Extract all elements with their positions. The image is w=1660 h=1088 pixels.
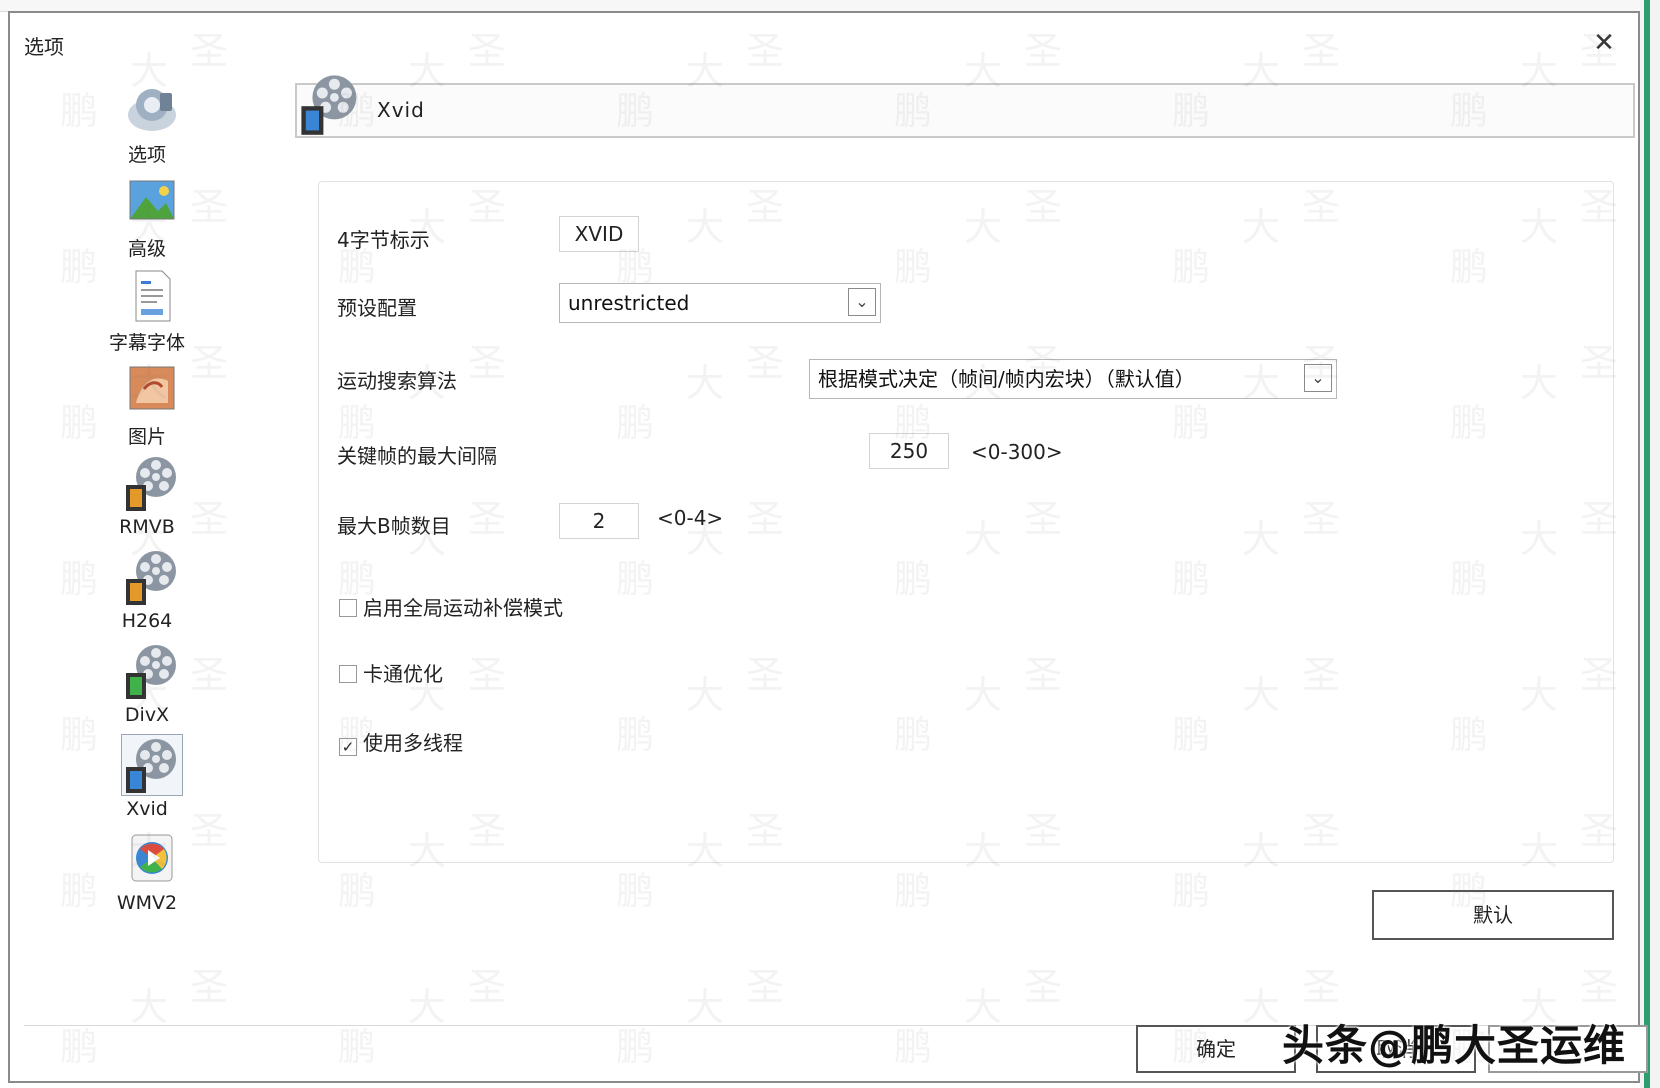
wmv2-media-icon	[131, 834, 173, 882]
preset-select-value: unrestricted	[568, 291, 690, 315]
chevron-down-icon[interactable]: ⌄	[848, 288, 876, 316]
preset-label: 预设配置	[337, 296, 417, 320]
picture-icon	[129, 366, 175, 410]
sidebar-item-label: 高级	[127, 238, 166, 260]
xvid-settings-panel: 4字节标示 XVID 预设配置 unrestricted ⌄ 运动搜索算法 根据…	[318, 181, 1614, 863]
brand-watermark: 头条@鹏大圣运维	[1282, 1021, 1627, 1070]
motion-search-select-value: 根据模式决定（帧间/帧内宏块）（默认值）	[818, 367, 1195, 391]
sidebar-item-rmvb[interactable]: RMVB	[82, 451, 212, 545]
motion-search-label: 运动搜索算法	[337, 369, 457, 393]
max-bframes-range-hint: <0-4>	[657, 506, 724, 530]
sidebar-item-label: 字幕字体	[108, 332, 185, 354]
cartoon-checkbox-label: 卡通优化	[363, 662, 443, 686]
section-header: Xvid	[295, 75, 1635, 138]
multithread-checkbox-row[interactable]: ✓ 使用多线程	[339, 727, 463, 756]
fourcc-label: 4字节标示	[337, 228, 430, 252]
gmc-checkbox-row[interactable]: 启用全局运动补偿模式	[339, 592, 563, 621]
keyframe-interval-field[interactable]: 250	[869, 433, 949, 469]
gmc-checkbox[interactable]	[339, 599, 357, 617]
fourcc-field[interactable]: XVID	[559, 216, 639, 252]
sidebar-item-options[interactable]: 选项	[82, 75, 212, 169]
xvid-film-icon	[121, 734, 183, 796]
h264-film-icon	[126, 551, 176, 605]
cartoon-checkbox-row[interactable]: 卡通优化	[339, 658, 443, 687]
sidebar-item-label: WMV2	[116, 892, 178, 914]
chevron-down-icon[interactable]: ⌄	[1304, 364, 1332, 392]
dialog-title: 选项	[24, 35, 64, 59]
sidebar-item-advanced[interactable]: 高级	[82, 169, 212, 263]
advanced-icon	[129, 180, 175, 220]
max-bframes-label: 最大B帧数目	[337, 514, 451, 538]
max-bframes-field[interactable]: 2	[559, 503, 639, 539]
background-window-scrollbar	[1640, 0, 1660, 1088]
sidebar: 选项 高级 字幕字体 图片 RMVB H264 DivX Xvid WMV2	[82, 75, 212, 921]
gmc-checkbox-label: 启用全局运动补偿模式	[363, 596, 563, 620]
ok-button[interactable]: 确定	[1136, 1025, 1296, 1073]
sidebar-item-picture[interactable]: 图片	[82, 357, 212, 451]
motion-search-select[interactable]: 根据模式决定（帧间/帧内宏块）（默认值） ⌄	[809, 359, 1337, 399]
sidebar-item-label: 选项	[127, 144, 166, 166]
xvid-film-icon	[301, 75, 357, 135]
sidebar-item-label: DivX	[124, 704, 170, 726]
close-icon[interactable]: ✕	[1588, 27, 1620, 59]
default-button[interactable]: 默认	[1372, 890, 1614, 940]
section-title: Xvid	[377, 98, 425, 122]
multithread-checkbox-label: 使用多线程	[363, 731, 463, 755]
cartoon-checkbox[interactable]	[339, 665, 357, 683]
sidebar-item-label: RMVB	[119, 516, 175, 538]
keyframe-range-hint: <0-300>	[971, 440, 1063, 464]
preset-select[interactable]: unrestricted ⌄	[559, 283, 881, 323]
sidebar-item-xvid[interactable]: Xvid	[82, 733, 212, 827]
rmvb-film-icon	[126, 457, 176, 511]
sidebar-item-wmv2[interactable]: WMV2	[82, 827, 212, 921]
sidebar-item-divx[interactable]: DivX	[82, 639, 212, 733]
sidebar-item-label: H264	[121, 610, 173, 632]
subtitle-font-icon	[135, 270, 171, 322]
sidebar-item-subtitle-font[interactable]: 字幕字体	[82, 263, 212, 357]
divx-film-icon	[126, 645, 176, 699]
multithread-checkbox[interactable]: ✓	[339, 738, 357, 756]
options-dialog: 选项 ✕ 选项 高级 字幕字体 图片 RMVB H264 DivX Xvid W…	[8, 11, 1648, 1083]
sidebar-item-h264[interactable]: H264	[82, 545, 212, 639]
sidebar-item-label: 图片	[127, 426, 166, 448]
keyframe-interval-label: 关键帧的最大间隔	[337, 444, 497, 468]
sidebar-item-label: Xvid	[126, 798, 168, 820]
options-icon	[128, 89, 176, 131]
